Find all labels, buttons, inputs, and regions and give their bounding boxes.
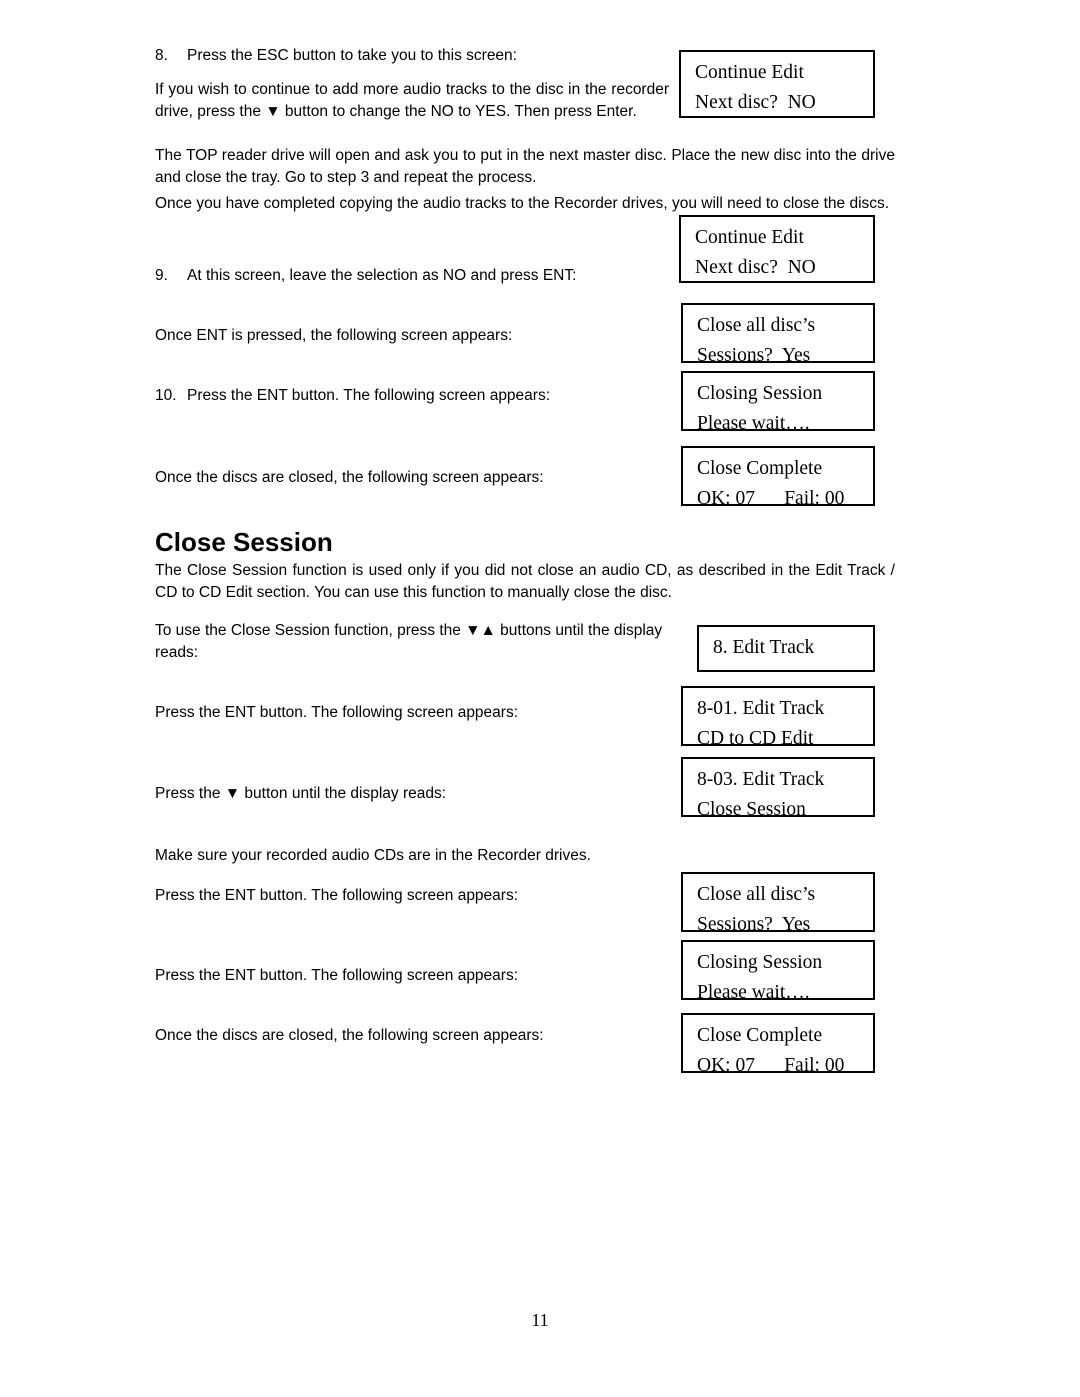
lcd-line-2: Next disc? NO (695, 92, 816, 113)
lcd-line-2: OK: 07 Fail: 00 (697, 1055, 845, 1076)
lcd-line-2: Next disc? NO (695, 257, 816, 278)
step-9: 9. At this screen, leave the selection as… (155, 265, 665, 287)
lcd-close-all-discs-1: Close all disc’s Sessions? Yes (681, 303, 875, 366)
lcd-line-1: 8-01. Edit Track (697, 698, 825, 719)
lcd-line-2: OK: 07 Fail: 00 (697, 488, 845, 509)
press-ent-paragraph-2: Press the ENT button. The following scre… (155, 887, 519, 904)
page-number: 11 (531, 1310, 549, 1330)
step-10: 10. Press the ENT button. The following s… (155, 385, 665, 407)
lcd-continue-edit-2: Continue Edit Next disc? NO (679, 215, 875, 283)
lcd-line-1: Close Complete (697, 1025, 823, 1046)
completed-copy-paragraph: Once you have completed copying the audi… (155, 195, 890, 212)
lcd-line-2: CD to CD Edit (697, 728, 814, 749)
step-8: 8. Press the ESC button to take you to th… (155, 45, 665, 67)
lcd-line-1: 8. Edit Track (713, 637, 815, 658)
press-down-button-paragraph: Press the ▼ button until the display rea… (155, 785, 447, 802)
once-closed-paragraph-1: Once the discs are closed, the following… (155, 469, 544, 486)
once-ent-pressed-paragraph: Once ENT is pressed, the following scree… (155, 327, 513, 344)
step-8-text: Press the ESC button to take you to this… (187, 47, 517, 64)
lcd-edit-track-801: 8-01. Edit Track CD to CD Edit (681, 686, 875, 749)
step-10-number: 10. (155, 387, 177, 404)
lcd-closing-session-2: Closing Session Please wait…. (681, 940, 875, 1003)
step-8-body: If you wish to continue to add more audi… (155, 81, 669, 120)
close-session-description: The Close Session function is used only … (155, 562, 895, 601)
lcd-edit-track-menu: 8. Edit Track (697, 625, 875, 672)
step-9-number: 9. (155, 267, 168, 284)
document-page: 8. Press the ESC button to take you to th… (0, 0, 1080, 1397)
top-reader-paragraph: The TOP reader drive will open and ask y… (155, 147, 895, 186)
press-ent-paragraph-3: Press the ENT button. The following scre… (155, 967, 519, 984)
to-use-paragraph: To use the Close Session function, press… (155, 622, 663, 661)
lcd-line-1: 8-03. Edit Track (697, 769, 825, 790)
lcd-close-complete-2: Close Complete OK: 07 Fail: 00 (681, 1013, 875, 1076)
lcd-line-2: Please wait…. (697, 413, 810, 434)
lcd-line-2: Close Session (697, 799, 806, 820)
lcd-edit-track-803: 8-03. Edit Track Close Session (681, 757, 875, 820)
make-sure-paragraph: Make sure your recorded audio CDs are in… (155, 847, 591, 864)
lcd-line-1: Continue Edit (695, 62, 804, 83)
step-10-text: Press the ENT button. The following scre… (187, 387, 551, 404)
once-closed-paragraph-2: Once the discs are closed, the following… (155, 1027, 544, 1044)
lcd-line-1: Close all disc’s (697, 315, 816, 336)
lcd-close-all-discs-2: Close all disc’s Sessions? Yes (681, 872, 875, 935)
lcd-line-1: Continue Edit (695, 227, 804, 248)
lcd-line-2: Sessions? Yes (697, 345, 811, 366)
press-ent-paragraph-1: Press the ENT button. The following scre… (155, 704, 519, 721)
lcd-line-1: Close all disc’s (697, 884, 816, 905)
lcd-close-complete-1: Close Complete OK: 07 Fail: 00 (681, 446, 875, 509)
lcd-continue-edit-1: Continue Edit Next disc? NO (679, 50, 875, 118)
lcd-line-1: Closing Session (697, 383, 823, 404)
page-section-heading: Close Session (155, 527, 333, 557)
step-9-text: At this screen, leave the selection as N… (187, 267, 577, 284)
lcd-line-2: Please wait…. (697, 982, 810, 1003)
lcd-closing-session-1: Closing Session Please wait…. (681, 371, 875, 434)
lcd-line-1: Closing Session (697, 952, 823, 973)
lcd-line-1: Close Complete (697, 458, 823, 479)
step-8-number: 8. (155, 47, 168, 64)
lcd-line-2: Sessions? Yes (697, 914, 811, 935)
